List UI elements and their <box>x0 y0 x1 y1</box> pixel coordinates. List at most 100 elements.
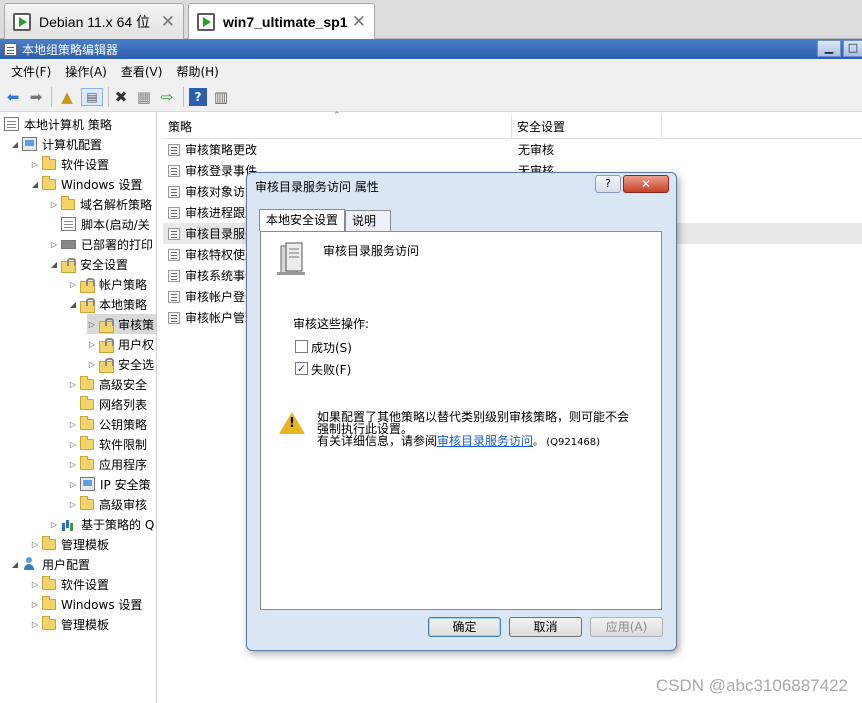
collapsed-arrow-icon[interactable]: ▷ <box>87 320 97 329</box>
expanded-arrow-icon[interactable]: ◢ <box>68 300 78 309</box>
navigation-tree: 本地计算机 策略 ◢ 计算机配置 ▷ 软件设置 ◢ Windows 设置 ▷ 域… <box>0 112 157 703</box>
tree-item-public-key[interactable]: ▷ 公钥策略 <box>68 414 147 434</box>
expanded-arrow-icon[interactable]: ◢ <box>30 180 40 189</box>
tree-item-dns-policy[interactable]: ▷ 域名解析策略 <box>49 194 152 214</box>
printer-icon <box>61 239 76 249</box>
tree-item-ip-security[interactable]: ▷ IP 安全策 <box>68 474 151 494</box>
cancel-button[interactable]: 取消 <box>509 617 582 637</box>
export-icon[interactable]: ⇨ <box>158 88 176 106</box>
collapsed-arrow-icon[interactable]: ▷ <box>30 540 40 549</box>
tree-item-network-list[interactable]: 网络列表 <box>68 394 147 414</box>
tree-item-audit-policy[interactable]: ▷ 审核策 <box>87 314 156 334</box>
collapsed-arrow-icon[interactable]: ▷ <box>68 380 78 389</box>
tree-item-scripts[interactable]: 脚本(启动/关 <box>49 214 150 234</box>
menu-file[interactable]: 文件(F) <box>4 63 58 80</box>
vm-tab-win7[interactable]: win7_ultimate_sp1 ✕ <box>188 3 375 40</box>
collapsed-arrow-icon[interactable]: ▷ <box>68 440 78 449</box>
tree-item-account-policy[interactable]: ▷ 帐户策略 <box>68 274 147 294</box>
dialog-help-button[interactable]: ? <box>595 175 621 193</box>
back-arrow-icon[interactable]: ⬅ <box>4 88 22 106</box>
properties-icon[interactable]: ▦ <box>135 88 153 106</box>
expanded-arrow-icon[interactable]: ◢ <box>10 140 20 149</box>
tree-label: 高级安全 <box>99 377 148 392</box>
restore-button[interactable]: □ <box>843 40 862 57</box>
tab-explain[interactable]: 说明 <box>345 210 391 231</box>
tree-item-user-config[interactable]: ◢ 用户配置 <box>10 554 90 574</box>
tree-item-printers[interactable]: ▷ 已部署的打印 <box>49 234 153 254</box>
properties-dialog: 审核目录服务访问 属性 ? ✕ 本地安全设置 说明 审核目录服务访问 审核这些操… <box>246 172 677 651</box>
delete-icon[interactable]: ✖ <box>112 88 130 106</box>
tree-item-security-settings[interactable]: ◢ 安全设置 <box>49 254 128 274</box>
folder-icon <box>42 175 56 190</box>
collapsed-arrow-icon[interactable]: ▷ <box>49 200 59 209</box>
tree-item-user-admin-templates[interactable]: ▷ 管理模板 <box>30 614 109 634</box>
column-header-setting[interactable]: 安全设置 <box>512 115 662 139</box>
tree-label: Windows 设置 <box>61 177 143 192</box>
collapsed-arrow-icon[interactable]: ▷ <box>49 240 59 249</box>
collapsed-arrow-icon[interactable]: ▷ <box>49 520 59 529</box>
tree-label: 软件设置 <box>61 157 110 172</box>
tree-item-user-rights[interactable]: ▷ 用户权 <box>87 334 154 354</box>
collapsed-arrow-icon[interactable]: ▷ <box>30 580 40 589</box>
dialog-close-button[interactable]: ✕ <box>623 175 669 193</box>
folder-icon <box>42 615 56 630</box>
tree-item-admin-templates[interactable]: ▷ 管理模板 <box>30 534 109 554</box>
menu-view[interactable]: 查看(V) <box>114 63 170 80</box>
tree-item-security-options[interactable]: ▷ 安全选 <box>87 354 154 374</box>
tab-local-security-setting[interactable]: 本地安全设置 <box>259 209 345 231</box>
tree-item-local-policies[interactable]: ◢ 本地策略 <box>68 294 147 314</box>
script-icon <box>61 217 76 231</box>
tree-label: 公钥策略 <box>99 417 148 432</box>
tree-label: IP 安全策 <box>100 477 151 492</box>
tree-item-qos[interactable]: ▷ 基于策略的 Q <box>49 514 154 534</box>
list-header: ⌃ 策略 安全设置 <box>163 111 862 139</box>
close-icon[interactable]: ✕ <box>352 12 366 32</box>
apply-button[interactable]: 应用(A) <box>590 617 663 637</box>
menu-action[interactable]: 操作(A) <box>58 63 114 80</box>
collapsed-arrow-icon[interactable]: ▷ <box>68 500 78 509</box>
tree-item-app-control[interactable]: ▷ 应用程序 <box>68 454 147 474</box>
collapsed-arrow-icon[interactable]: ▷ <box>87 360 97 369</box>
expanded-arrow-icon[interactable]: ◢ <box>49 260 59 269</box>
failure-checkbox[interactable]: ✓ <box>295 362 308 375</box>
collapsed-arrow-icon[interactable]: ▷ <box>68 280 78 289</box>
lock-folder-icon <box>99 357 114 373</box>
tree-item-software-restriction[interactable]: ▷ 软件限制 <box>68 434 147 454</box>
tree-item-software-settings[interactable]: ▷ 软件设置 <box>30 154 109 174</box>
audit-actions-label: 审核这些操作: <box>293 317 370 331</box>
table-row[interactable]: 审核策略更改 无审核 <box>163 139 862 160</box>
show-tree-icon[interactable]: ▤ <box>81 88 103 106</box>
forward-arrow-icon[interactable]: ➡ <box>27 88 45 106</box>
menu-help[interactable]: 帮助(H) <box>169 63 225 80</box>
success-checkbox[interactable] <box>295 340 308 353</box>
column-header-policy[interactable]: 策略 <box>163 115 512 139</box>
collapsed-arrow-icon[interactable]: ▷ <box>87 340 97 349</box>
more-info-link[interactable]: 审核目录服务访问 <box>437 434 533 448</box>
vm-tab-debian[interactable]: Debian 11.x 64 位 ✕ <box>4 3 184 39</box>
collapsed-arrow-icon[interactable]: ▷ <box>30 620 40 629</box>
collapsed-arrow-icon[interactable]: ▷ <box>68 480 78 489</box>
tree-item-user-software-settings[interactable]: ▷ 软件设置 <box>30 574 109 594</box>
collapsed-arrow-icon[interactable]: ▷ <box>30 160 40 169</box>
help-icon[interactable]: ? <box>189 88 207 106</box>
minimize-button[interactable]: ▁ <box>817 40 841 57</box>
lock-folder-icon <box>80 277 95 293</box>
tree-item-windows-settings[interactable]: ◢ Windows 设置 <box>30 174 142 194</box>
up-folder-icon[interactable]: ▲ <box>58 88 76 106</box>
tree-item-advanced-firewall[interactable]: ▷ 高级安全 <box>68 374 147 394</box>
collapsed-arrow-icon[interactable]: ▷ <box>30 600 40 609</box>
tree-item-advanced-audit[interactable]: ▷ 高级审核 <box>68 494 147 514</box>
collapsed-arrow-icon[interactable]: ▷ <box>68 460 78 469</box>
collapsed-arrow-icon[interactable]: ▷ <box>68 420 78 429</box>
tree-item-user-windows-settings[interactable]: ▷ Windows 设置 <box>30 594 142 614</box>
expanded-arrow-icon[interactable]: ◢ <box>10 560 20 569</box>
ok-button[interactable]: 确定 <box>428 617 501 637</box>
vm-tab-label: win7_ultimate_sp1 <box>223 14 348 30</box>
tree-label: 本地计算机 策略 <box>24 117 112 132</box>
close-icon[interactable]: ✕ <box>161 12 175 32</box>
tree-item-computer-config[interactable]: ◢ 计算机配置 <box>10 134 102 154</box>
toolbar-separator <box>108 87 109 107</box>
tree-item-local-policy[interactable]: 本地计算机 策略 <box>4 114 112 134</box>
tree-label: 软件设置 <box>61 577 110 592</box>
view-pane-icon[interactable]: ▥ <box>212 88 230 106</box>
